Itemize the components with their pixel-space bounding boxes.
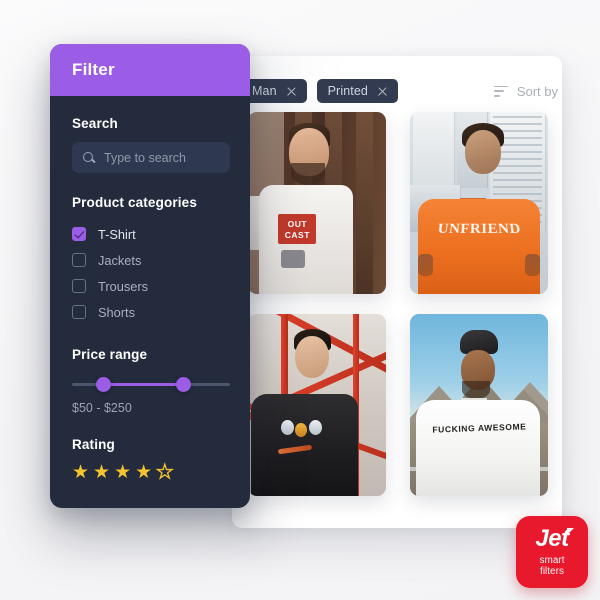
tshirt-graphic [294,423,307,438]
tshirt-print-text: UNFRIEND [436,221,522,238]
tshirt-graphic [281,419,295,435]
app-screenshot: Man Printed Sort by OUT CAST UNFRIEND FU… [0,0,600,600]
results-toolbar: Man Printed Sort by [238,78,558,104]
star-icon-filled[interactable]: ★ [135,463,152,482]
photo-subject [418,253,434,276]
category-item-jackets[interactable]: Jackets [72,247,230,273]
photo-subject [294,335,329,378]
price-range-label: Price range [72,347,148,362]
price-range-section: Price range $50 - $250 [72,347,230,415]
photo-subject [415,399,540,496]
tshirt-print-line1: OUT [287,218,308,229]
filter-chip-label: Printed [327,84,368,98]
tshirt-graphic: OUT CAST [278,213,317,244]
filter-panel-body: Search Product categories T-Shirt Jacket… [50,96,250,483]
slider-handle-min[interactable] [95,377,111,392]
category-item-label: T-Shirt [98,226,136,242]
sort-by-label: Sort by [516,83,558,99]
rating-label: Rating [72,437,115,452]
filter-panel-title: Filter [72,60,115,79]
categories-section-label: Product categories [72,195,197,210]
star-icon-filled[interactable]: ★ [72,463,89,482]
category-item-label: Jackets [98,252,142,268]
category-item-shorts[interactable]: Shorts [72,299,230,325]
tshirt-graphic [281,250,306,269]
tshirt-graphic [308,419,322,435]
checkbox-icon[interactable] [72,227,86,241]
product-card[interactable]: FUCKING AWESOME [410,314,548,496]
category-list: T-Shirt Jackets Trousers Shorts [72,221,230,325]
star-icon-filled[interactable]: ★ [93,463,110,482]
checkbox-icon[interactable] [72,253,86,267]
product-grid: OUT CAST UNFRIEND FUCKING AWESOME [248,112,548,496]
slider-handle-max[interactable] [176,377,192,392]
filter-chip-label: Man [252,84,277,98]
checkbox-icon[interactable] [72,305,86,319]
slider-active-range [100,383,186,386]
category-item-trousers[interactable]: Trousers [72,273,230,299]
logo-tagline-line1: smart [539,555,565,566]
sort-by-control[interactable]: Sort by [493,83,558,99]
photo-subject [465,130,502,175]
photo-subject [524,253,540,276]
close-icon[interactable] [286,86,297,97]
logo-swoosh-icon [566,528,574,535]
search-section: Search [72,116,230,173]
price-range-value: $50 - $250 [72,401,132,415]
filter-panel-header: Filter [50,44,250,96]
product-card[interactable]: UNFRIEND [410,112,548,294]
search-box[interactable] [72,142,230,173]
logo-wordmark: Jet [535,525,574,552]
price-range-slider[interactable] [72,376,230,392]
tshirt-print-line2: CAST [284,229,310,240]
photo-decor [355,112,373,294]
search-icon [83,151,95,164]
category-item-label: Shorts [98,304,135,320]
sort-lines-icon [493,85,508,97]
search-section-label: Search [72,116,118,131]
filter-chip-printed[interactable]: Printed [316,79,398,103]
close-icon[interactable] [377,86,388,97]
categories-section: Product categories T-Shirt Jackets Trous… [72,195,230,325]
product-card[interactable] [248,314,386,496]
search-input[interactable] [104,150,219,165]
star-icon-filled[interactable]: ★ [114,463,131,482]
logo-word-text: Jet [535,525,569,552]
logo-tagline-line2: filters [540,566,564,577]
photo-subject [290,162,325,185]
category-item-label: Trousers [98,278,149,294]
rating-stars[interactable]: ★ ★ ★ ★ ★ [72,462,230,482]
filter-panel: Filter Search Product categories T-Shirt [50,44,250,508]
product-card[interactable]: OUT CAST [248,112,386,294]
jet-smart-filters-logo: Jet smart filters [516,516,588,588]
photo-subject [418,199,540,294]
star-icon-empty[interactable]: ★ [156,462,174,482]
category-item-tshirt[interactable]: T-Shirt [72,221,230,247]
rating-section: Rating ★ ★ ★ ★ ★ [72,437,230,483]
logo-tagline: smart filters [540,555,565,577]
checkbox-icon[interactable] [72,279,86,293]
